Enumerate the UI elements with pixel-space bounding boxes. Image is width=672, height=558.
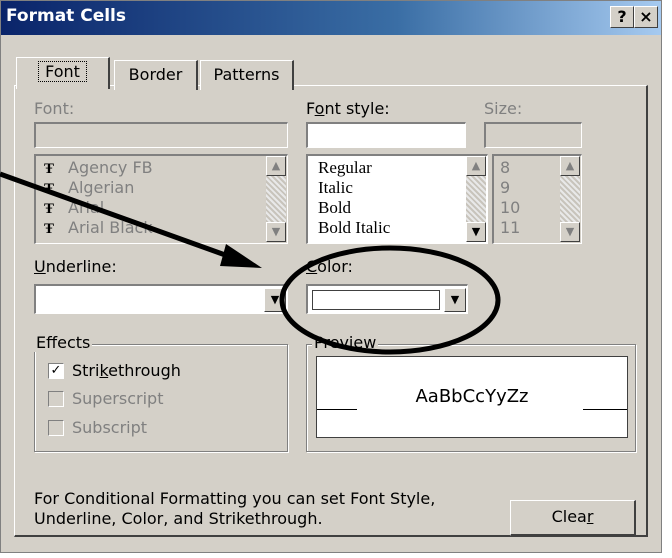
annotation-arrowhead-icon bbox=[220, 244, 262, 268]
annotation-arrow-line bbox=[0, 171, 229, 259]
annotation-ellipse bbox=[279, 245, 501, 355]
annotation-overlay bbox=[0, 171, 501, 355]
